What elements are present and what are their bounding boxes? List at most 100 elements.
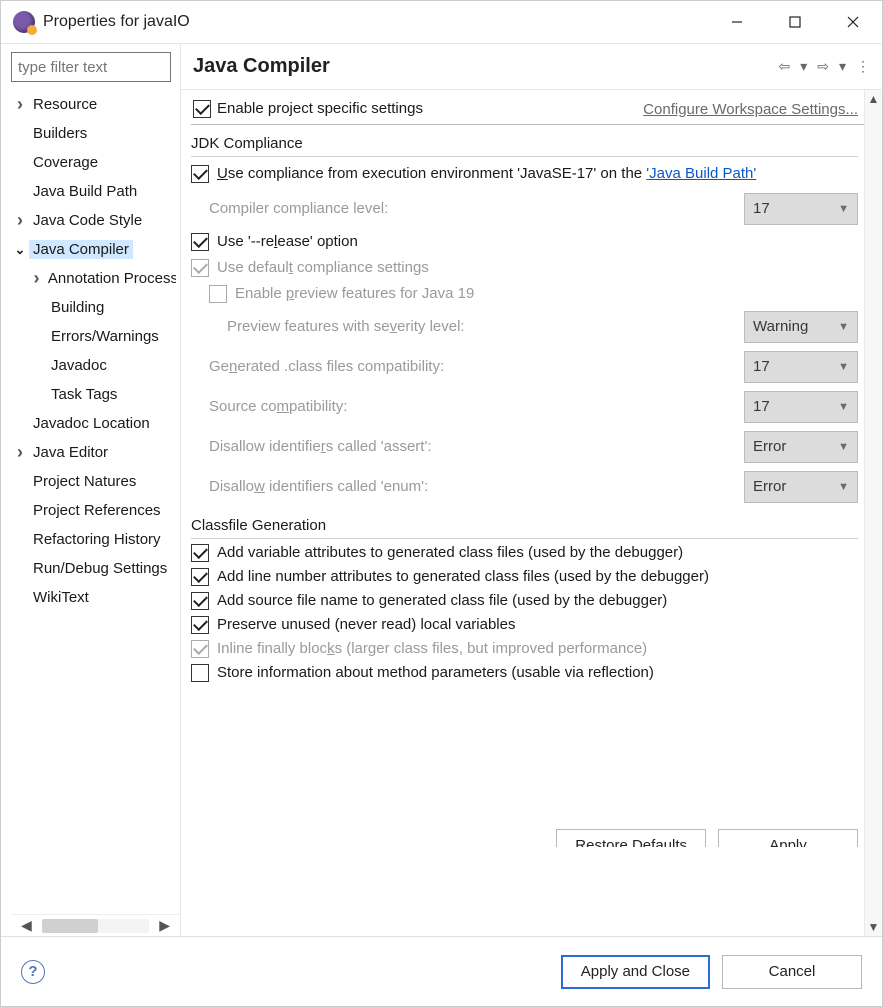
configure-workspace-settings-link[interactable]: Configure Workspace Settings... [643,101,858,118]
jdk-compliance-section: Use compliance from execution environmen… [191,156,858,507]
tree-item-label: Errors/Warnings [47,327,163,346]
help-icon[interactable]: ? [21,960,45,984]
checkbox-icon [191,568,209,586]
tree-item[interactable]: Refactoring History [11,525,180,554]
cancel-button[interactable]: Cancel [722,955,862,989]
preview-severity-label: Preview features with severity level: [227,318,465,335]
cf-store-params-label: Store information about method parameter… [217,664,654,681]
disallow-enum-label: Disallow identifiers called 'enum': [209,478,428,495]
preview-severity-select: Warning▼ [744,311,858,343]
checkbox-icon [191,259,209,277]
use-release-checkbox[interactable]: Use '--release' option [191,229,858,255]
chevron-right-icon[interactable]: › [11,442,29,463]
sidebar-horizontal-scrollbar[interactable]: ◀ ▶ [11,914,180,936]
tree-item-label: Task Tags [47,385,121,404]
tree-item[interactable]: ›Java Editor [11,438,180,467]
tree-item[interactable]: ›Annotation Processing [11,264,180,293]
java-build-path-link[interactable]: 'Java Build Path' [646,165,756,182]
chevron-down-icon: ▼ [838,321,849,333]
scroll-right-icon[interactable]: ▶ [155,917,174,934]
checkbox-icon [191,640,209,658]
eclipse-icon [13,11,35,33]
cf-store-params-checkbox[interactable]: Store information about method parameter… [191,661,858,685]
tree-item[interactable]: Project Natures [11,467,180,496]
use-exec-env-label: Use compliance from execution environmen… [217,163,756,185]
enable-project-specific-checkbox[interactable]: Enable project specific settings [193,100,423,118]
tree-item-label: Project Natures [29,472,140,491]
tree-item-label: Project References [29,501,165,520]
scroll-up-icon[interactable]: ▲ [865,92,882,106]
apply-button[interactable]: Apply [718,829,858,847]
classfile-generation-section: Add variable attributes to generated cla… [191,538,858,685]
checkbox-icon [191,544,209,562]
tree-item[interactable]: ›Java Code Style [11,206,180,235]
tree-item[interactable]: Project References [11,496,180,525]
view-menu-icon[interactable]: ⋮ [856,58,870,75]
preview-severity-row: Preview features with severity level: Wa… [191,307,858,347]
enable-project-specific-label: Enable project specific settings [217,100,423,117]
disallow-assert-row: Disallow identifiers called 'assert': Er… [191,427,858,467]
apply-and-close-button[interactable]: Apply and Close [561,955,710,989]
tree-item-label: Resource [29,95,101,114]
tree-item[interactable]: ⌄Java Compiler [11,235,180,264]
scroll-left-icon[interactable]: ◀ [17,917,36,934]
tree-item[interactable]: Java Build Path [11,177,180,206]
jdk-compliance-title: JDK Compliance [191,135,880,152]
filter-input[interactable] [11,52,171,82]
cf-variable-attrs-label: Add variable attributes to generated cla… [217,544,683,561]
restore-defaults-button[interactable]: Restore Defaults [556,829,706,847]
cf-line-number-checkbox[interactable]: Add line number attributes to generated … [191,565,858,589]
checkbox-icon [209,285,227,303]
forward-menu-icon[interactable]: ▾ [839,58,846,75]
disallow-enum-select: Error▼ [744,471,858,503]
use-exec-env-checkbox[interactable]: Use compliance from execution environmen… [191,159,858,189]
cf-line-number-label: Add line number attributes to generated … [217,568,709,585]
cf-source-file-checkbox[interactable]: Add source file name to generated class … [191,589,858,613]
tree-item[interactable]: Builders [11,119,180,148]
tree-item[interactable]: Javadoc [11,351,180,380]
tree-item-label: Annotation Processing [44,269,176,288]
checkbox-icon [191,664,209,682]
use-release-label: Use '--release' option [217,233,358,250]
tree-item-label: WikiText [29,588,93,607]
scrollbar-thumb[interactable] [42,919,98,933]
chevron-right-icon[interactable]: › [11,94,29,115]
enable-preview-label: Enable preview features for Java 19 [235,285,474,302]
chevron-right-icon[interactable]: › [29,268,44,289]
enable-project-specific-row: Enable project specific settings Configu… [191,94,880,125]
page-title: Java Compiler [193,55,330,78]
tree-item[interactable]: Javadoc Location [11,409,180,438]
back-menu-icon[interactable]: ▾ [800,58,807,75]
tree-item[interactable]: Run/Debug Settings [11,554,180,583]
tree-item[interactable]: Coverage [11,148,180,177]
classfile-generation-title: Classfile Generation [191,517,880,534]
compiler-compliance-level-select: 17▼ [744,193,858,225]
titlebar: Properties for javaIO [1,1,882,43]
checkbox-icon [191,165,209,183]
tree-item[interactable]: ›Resource [11,90,180,119]
compiler-compliance-level-label: Compiler compliance level: [209,200,388,217]
tree-item[interactable]: Errors/Warnings [11,322,180,351]
navigation-tree[interactable]: ›ResourceBuildersCoverageJava Build Path… [11,88,180,914]
tree-item-label: Refactoring History [29,530,165,549]
tree-item[interactable]: Task Tags [11,380,180,409]
minimize-button[interactable] [708,1,766,43]
tree-item[interactable]: WikiText [11,583,180,612]
close-button[interactable] [824,1,882,43]
maximize-button[interactable] [766,1,824,43]
cf-preserve-unused-checkbox[interactable]: Preserve unused (never read) local varia… [191,613,858,637]
tree-item-label: Java Code Style [29,211,146,230]
source-compat-select: 17▼ [744,391,858,423]
content-vertical-scrollbar[interactable]: ▲ ▼ [864,90,882,936]
cf-variable-attrs-checkbox[interactable]: Add variable attributes to generated cla… [191,541,858,565]
chevron-down-icon[interactable]: ⌄ [11,242,29,258]
cf-source-file-label: Add source file name to generated class … [217,592,667,609]
generated-class-compat-select: 17▼ [744,351,858,383]
back-icon[interactable]: ⇦ [778,58,790,75]
scroll-down-icon[interactable]: ▼ [865,920,882,934]
forward-icon[interactable]: ⇨ [817,58,829,75]
use-default-compliance-checkbox: Use default compliance settings [191,255,858,281]
chevron-right-icon[interactable]: › [11,210,29,231]
tree-item-label: Builders [29,124,91,143]
tree-item[interactable]: Building [11,293,180,322]
